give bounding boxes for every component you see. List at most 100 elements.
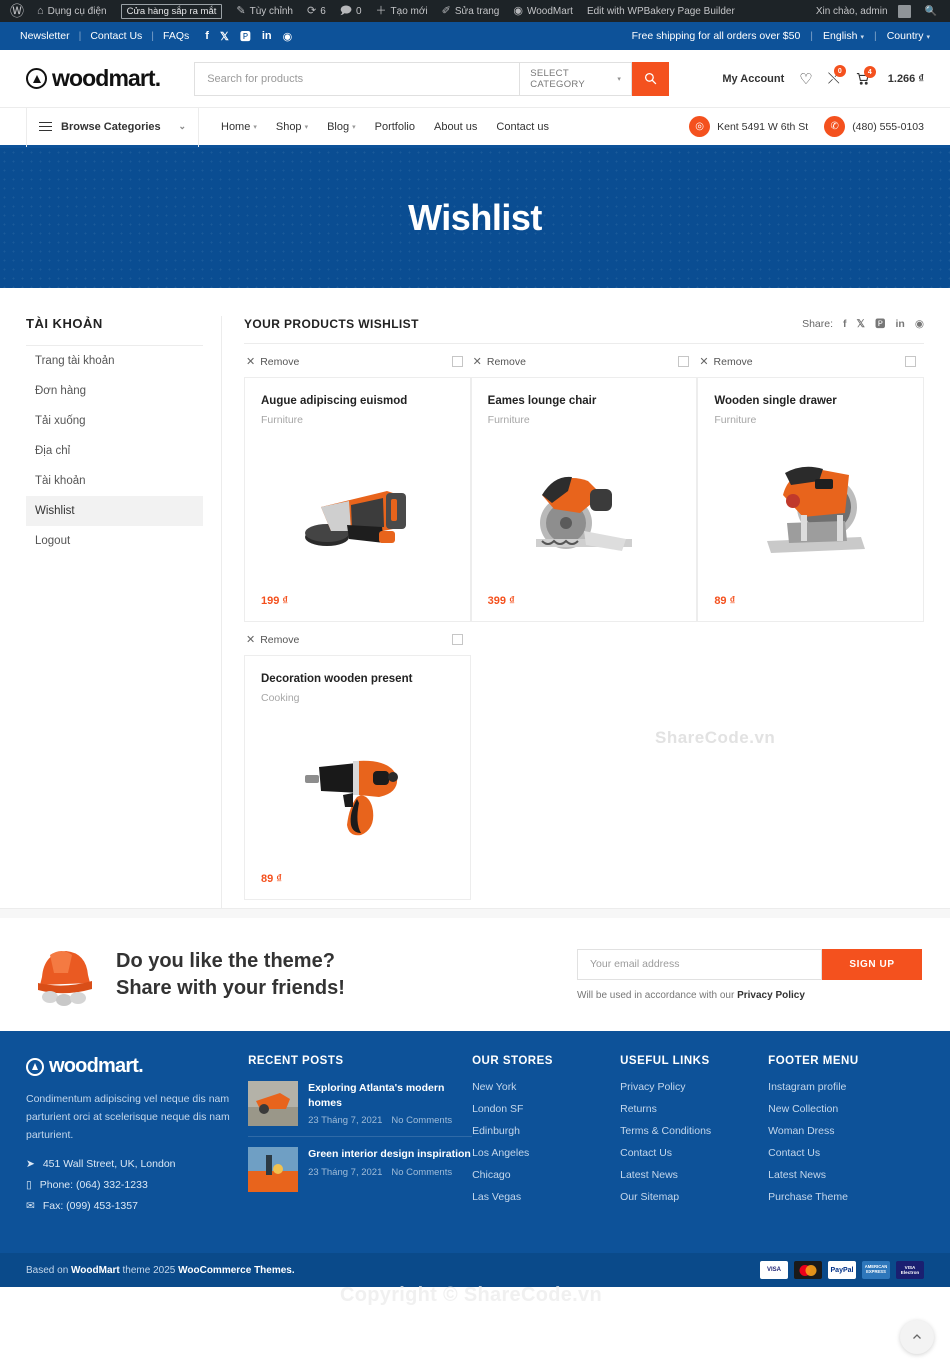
remove-button[interactable]: ✕ Remove — [246, 355, 299, 369]
language-switcher[interactable]: English ▾ — [823, 30, 864, 42]
admin-wpbakery[interactable]: Edit with WPBakery Page Builder — [580, 6, 742, 17]
coming-soon-chip[interactable]: Cửa hàng sắp ra mắt — [114, 3, 230, 19]
select-checkbox[interactable] — [451, 356, 463, 367]
nav-item-contact[interactable]: Contact us — [496, 121, 549, 133]
admin-updates[interactable]: ⟳ 6 — [300, 4, 333, 17]
footer-menu-link[interactable]: New Collection — [768, 1103, 924, 1115]
footer-about: woodmart. Condimentum adipiscing vel neq… — [26, 1055, 248, 1212]
sidebar-item-dashboard[interactable]: Trang tài khoản — [26, 346, 203, 376]
topbar-link-newsletter[interactable]: Newsletter — [20, 30, 70, 42]
admin-comments[interactable]: 🗩 0 — [333, 5, 369, 17]
search-button[interactable] — [632, 61, 670, 96]
footer-menu-link[interactable]: Contact Us — [768, 1147, 924, 1159]
facebook-icon[interactable]: f — [205, 30, 209, 42]
updates-icon: ⟳ — [306, 4, 317, 17]
telegram-icon[interactable]: ◉ — [283, 30, 293, 43]
post-item[interactable]: Exploring Atlanta's modern homes 23 Thán… — [248, 1081, 472, 1136]
product-card[interactable]: Wooden single drawer Furniture 89 ₫ — [697, 377, 924, 622]
remove-button[interactable]: ✕ Remove — [473, 355, 526, 369]
pinterest-icon[interactable]: 🅿 — [240, 28, 251, 44]
amex-icon: AMERICAN EXPRESS — [862, 1261, 890, 1279]
pinterest-icon[interactable]: 🅿 — [875, 316, 886, 331]
country-switcher[interactable]: Country ▾ — [887, 30, 930, 42]
search-input[interactable]: Search for products — [194, 61, 520, 96]
sidebar-item-account[interactable]: Tài khoản — [26, 466, 203, 496]
admin-edit-page[interactable]: ✐ Sửa trang — [435, 5, 507, 17]
sidebar-item-downloads[interactable]: Tải xuống — [26, 406, 203, 436]
sidebar-item-addresses[interactable]: Địa chỉ — [26, 436, 203, 466]
x-twitter-icon[interactable]: 𝕏 — [220, 30, 229, 43]
select-checkbox[interactable] — [904, 356, 916, 367]
footer-menu-link[interactable]: Woman Dress — [768, 1125, 924, 1137]
chevron-down-icon: ▾ — [304, 123, 309, 131]
product-price: 89 ₫ — [261, 873, 282, 885]
nav-item-home[interactable]: Home ▾ — [221, 121, 257, 133]
email-field[interactable]: Your email address — [577, 948, 822, 980]
sidebar-item-logout[interactable]: Logout — [26, 526, 203, 556]
footer-menu-link[interactable]: Latest News — [768, 1169, 924, 1181]
cart-total[interactable]: 1.266 ₫ — [888, 73, 924, 85]
compare-icon[interactable]: ⤬ 0 — [828, 65, 846, 87]
useful-link[interactable]: Contact Us — [620, 1147, 768, 1159]
telegram-icon[interactable]: ◉ — [915, 318, 924, 330]
search-icon[interactable]: 🔍 — [918, 6, 944, 17]
store-link[interactable]: Los Angeles — [472, 1147, 620, 1159]
cart-icon[interactable]: 4 — [855, 66, 876, 86]
heart-icon[interactable]: ♡ — [799, 70, 812, 88]
signup-button[interactable]: SIGN UP — [822, 948, 922, 980]
post-item[interactable]: Green interior design inspiration 23 Thá… — [248, 1136, 473, 1202]
useful-link[interactable]: Our Sitemap — [620, 1191, 768, 1203]
sidebar-item-wishlist[interactable]: Wishlist — [26, 496, 203, 526]
woodmart-icon: ◉ — [513, 4, 523, 17]
useful-link[interactable]: Latest News — [620, 1169, 768, 1181]
facebook-icon[interactable]: f — [843, 318, 847, 330]
x-twitter-icon[interactable]: 𝕏 — [857, 318, 865, 330]
store-link[interactable]: Chicago — [472, 1169, 620, 1181]
topbar-link-contact[interactable]: Contact Us — [90, 30, 142, 42]
store-link[interactable]: Edinburgh — [472, 1125, 620, 1137]
admin-woodmart[interactable]: ◉ WoodMart — [506, 4, 580, 17]
wordpress-icon[interactable]: Ⓦ — [6, 1, 30, 21]
useful-link[interactable]: Returns — [620, 1103, 768, 1115]
admin-site-name[interactable]: ⌂ Dụng cụ điện — [30, 5, 114, 17]
admin-greeting[interactable]: Xin chào, admin — [809, 4, 918, 18]
linkedin-icon[interactable]: in — [262, 30, 272, 42]
footer-logo[interactable]: woodmart. — [26, 1055, 248, 1078]
scroll-to-top-button[interactable] — [900, 1320, 934, 1354]
useful-link[interactable]: Privacy Policy — [620, 1081, 768, 1093]
store-link[interactable]: New York — [472, 1081, 620, 1093]
newsletter-text: Do you like the theme? Share with your f… — [116, 948, 345, 1002]
admin-customize[interactable]: ✎ Tùy chỉnh — [229, 5, 300, 17]
product-card[interactable]: Decoration wooden present Cooking 89 ₫ — [244, 655, 471, 900]
store-link[interactable]: Las Vegas — [472, 1191, 620, 1203]
product-card[interactable]: Eames lounge chair Furniture 399 ₫ — [470, 377, 698, 622]
site-logo[interactable]: woodmart. — [26, 65, 161, 92]
product-card[interactable]: Augue adipiscing euismod Furniture 199 ₫ — [244, 377, 471, 622]
footer-menu-link[interactable]: Instagram profile — [768, 1081, 924, 1093]
my-account-link[interactable]: My Account — [722, 73, 784, 85]
privacy-policy-link[interactable]: Privacy Policy — [737, 990, 805, 1001]
store-address[interactable]: ◎ Kent 5491 W 6th St — [689, 116, 808, 137]
topbar-link-faqs[interactable]: FAQs — [163, 30, 189, 42]
nav-item-portfolio[interactable]: Portfolio — [375, 121, 415, 133]
category-select[interactable]: SELECT CATEGORY ▾ — [519, 61, 633, 96]
browse-categories-button[interactable]: Browse Categories ⌄ — [26, 106, 199, 147]
share-label: Share: — [802, 317, 834, 330]
footer-menu-link[interactable]: Purchase Theme — [768, 1191, 924, 1203]
select-checkbox[interactable] — [451, 634, 463, 645]
nav-item-about[interactable]: About us — [434, 121, 477, 133]
admin-new[interactable]: ＋ Tạo mới — [369, 5, 435, 17]
remove-button[interactable]: ✕ Remove — [699, 355, 752, 369]
sidebar-item-orders[interactable]: Đơn hàng — [26, 376, 203, 406]
linkedin-icon[interactable]: in — [895, 318, 904, 330]
footer-contacts: ➤ 451 Wall Street, UK, London ▯ Phone: (06… — [26, 1158, 248, 1212]
site-footer: woodmart. Condimentum adipiscing vel neq… — [0, 1031, 950, 1253]
store-link[interactable]: London SF — [472, 1103, 620, 1115]
nav-item-blog[interactable]: Blog ▾ — [327, 121, 356, 133]
remove-button[interactable]: ✕ Remove — [246, 633, 299, 647]
nav-item-shop[interactable]: Shop ▾ — [276, 121, 308, 133]
post-date: 23 Tháng 7, 2021 — [308, 1115, 383, 1127]
store-phone[interactable]: ✆ (480) 555-0103 — [824, 116, 924, 137]
select-checkbox[interactable] — [678, 356, 690, 367]
useful-link[interactable]: Terms & Conditions — [620, 1125, 768, 1137]
